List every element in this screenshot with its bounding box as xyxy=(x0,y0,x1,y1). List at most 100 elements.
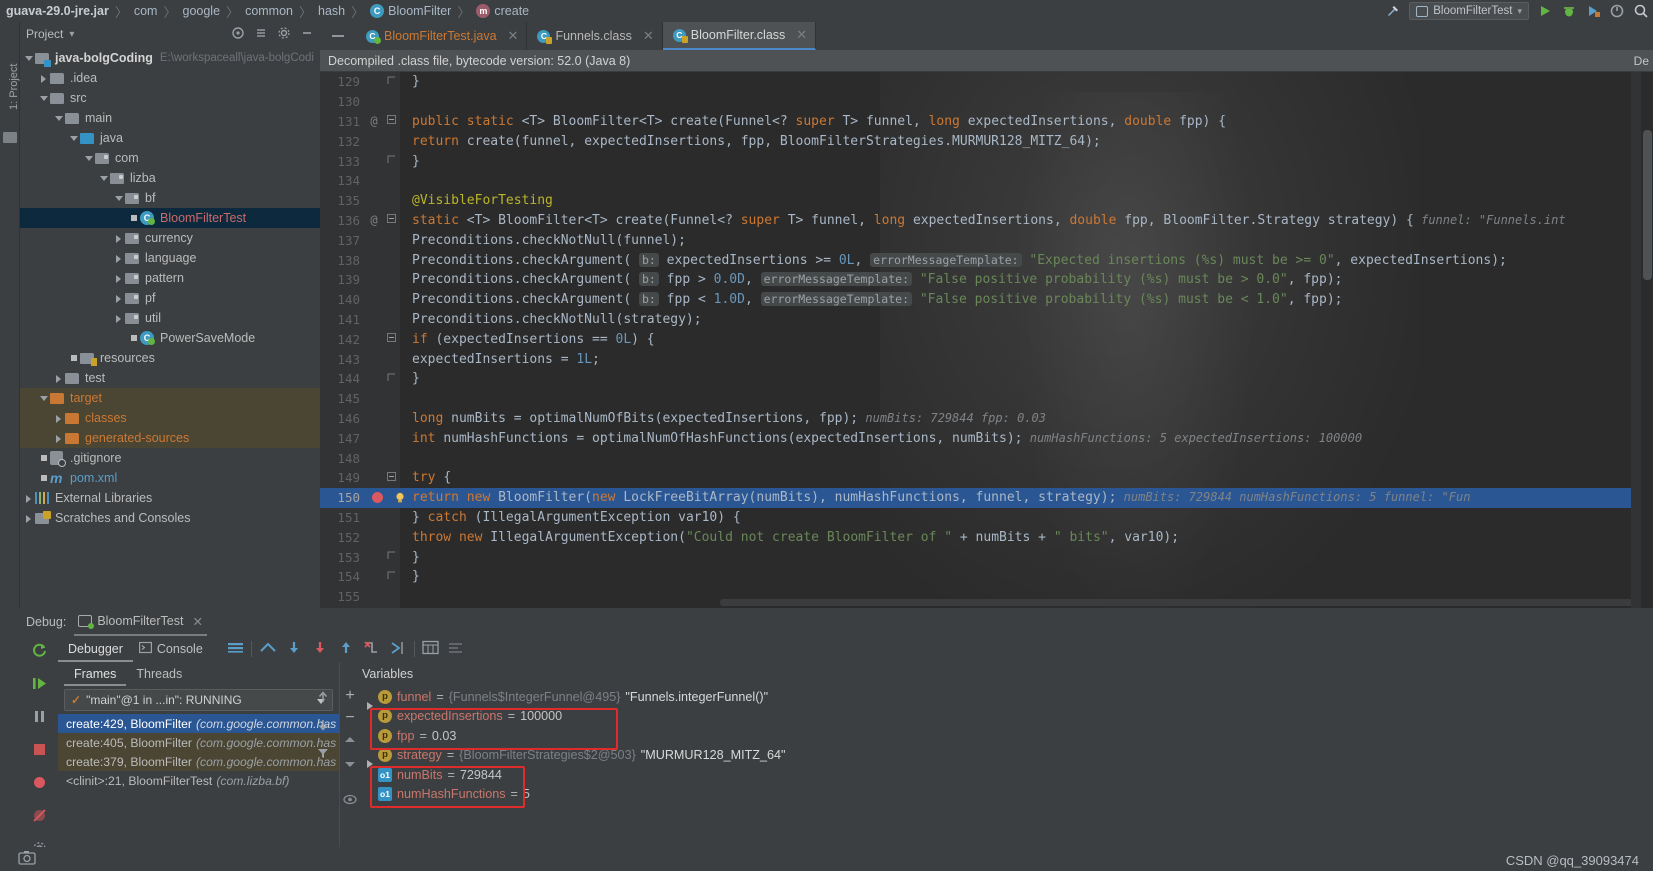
variable-row[interactable]: p strategy = {BloomFilterStrategies$2@503} "… xyxy=(340,746,1653,769)
close-icon[interactable]: ✕ xyxy=(796,27,807,43)
code-line-132[interactable]: 132 return create(funnel, expectedInsert… xyxy=(320,131,1653,151)
fold-end-icon[interactable] xyxy=(382,155,400,167)
step-into-icon[interactable] xyxy=(311,640,329,659)
tree-item-bloomfiltertest[interactable]: C BloomFilterTest xyxy=(20,208,320,228)
tree-item--idea[interactable]: .idea xyxy=(20,68,320,88)
tree-item-pattern[interactable]: pattern xyxy=(20,268,320,288)
variable-row[interactable]: o1 numBits = 729844 xyxy=(340,765,1653,785)
chevron-down-icon[interactable] xyxy=(24,48,35,68)
frame-row[interactable]: create:429, BloomFilter (com.google.commo… xyxy=(58,714,339,733)
tree-item-java-bolgcoding[interactable]: java-bolgCoding E:\workspaceall\java-bolg… xyxy=(20,48,320,68)
collapse-all-icon[interactable] xyxy=(254,26,268,43)
code-line-143[interactable]: 143 expectedInsertions = 1L; xyxy=(320,349,1653,369)
editor-tab-bloomfilter-class[interactable]: C BloomFilter.class ✕ xyxy=(662,22,817,50)
tree-item-lizba[interactable]: lizba xyxy=(20,168,320,188)
frame-row[interactable]: create:405, BloomFilter (com.google.commo… xyxy=(58,733,339,752)
variable-row[interactable]: o1 numHashFunctions = 5 xyxy=(340,785,1653,805)
run-configuration-selector[interactable]: BloomFilterTest ▾ xyxy=(1409,2,1529,20)
breakpoint-icon[interactable] xyxy=(372,491,383,503)
chevron-right-icon[interactable] xyxy=(54,368,65,388)
fold-end-icon[interactable] xyxy=(382,76,400,88)
variable-row[interactable]: p funnel = {Funnels$IntegerFunnel@495} "Funn… xyxy=(340,687,1653,710)
chevron-down-icon[interactable] xyxy=(114,188,125,208)
chevron-right-icon[interactable] xyxy=(54,428,65,448)
decompiled-notice-dismiss[interactable]: De xyxy=(1634,54,1649,68)
fold-start-icon[interactable] xyxy=(382,333,400,345)
hide-editor-icon[interactable] xyxy=(320,22,356,50)
breadcrumb-item[interactable]: google xyxy=(183,4,221,18)
close-icon[interactable]: ✕ xyxy=(643,28,654,44)
code-line-133[interactable]: 133 } xyxy=(320,151,1653,171)
tree-item-scratches-and-consoles[interactable]: Scratches and Consoles xyxy=(20,508,320,528)
layout-settings-icon[interactable] xyxy=(227,640,244,658)
tree-item-currency[interactable]: currency xyxy=(20,228,320,248)
coverage-icon[interactable] xyxy=(1585,3,1601,19)
breadcrumb-item[interactable]: com xyxy=(134,4,158,18)
tree-item-target[interactable]: target xyxy=(20,388,320,408)
tree-item-test[interactable]: test xyxy=(20,368,320,388)
fold-end-icon[interactable] xyxy=(382,551,400,563)
close-icon[interactable]: ✕ xyxy=(508,28,519,44)
tree-item-generated-sources[interactable]: generated-sources xyxy=(20,428,320,448)
hammer-icon[interactable] xyxy=(1385,3,1401,19)
project-tree[interactable]: java-bolgCoding E:\workspaceall\java-bolg… xyxy=(20,48,320,608)
debug-session-tab[interactable]: BloomFilterTest ✕ xyxy=(74,608,207,636)
view-breakpoints-icon[interactable] xyxy=(31,774,48,794)
tool-window-project[interactable]: 1: Project xyxy=(8,50,20,110)
chevron-down-icon[interactable] xyxy=(99,168,110,188)
screenshot-icon[interactable] xyxy=(18,850,36,868)
breadcrumb-item[interactable]: hash xyxy=(318,4,345,18)
code-lines[interactable]: 129 } 130 131 @ public static <T> BloomFilt… xyxy=(320,72,1653,608)
chevron-right-icon[interactable] xyxy=(114,308,125,328)
run-icon[interactable] xyxy=(1537,3,1553,19)
editor-tab-bar[interactable]: C BloomFilterTest.java ✕ C Funnels.class ✕ C Bl… xyxy=(320,22,1653,50)
rerun-icon[interactable] xyxy=(31,642,48,662)
mute-breakpoints-icon[interactable] xyxy=(31,807,48,827)
editor-vertical-scrollbar[interactable] xyxy=(1641,72,1653,608)
move-down-icon[interactable] xyxy=(344,758,356,772)
target-icon[interactable] xyxy=(231,26,245,43)
code-line-131[interactable]: 131 @ public static <T> BloomFilter<T> cr… xyxy=(320,112,1653,132)
tree-item-com[interactable]: com xyxy=(20,148,320,168)
tree-item-external-libraries[interactable]: External Libraries xyxy=(20,488,320,508)
tree-item-bf[interactable]: bf xyxy=(20,188,320,208)
stop-icon[interactable] xyxy=(31,741,48,761)
variable-row[interactable]: p expectedInsertions = 100000 xyxy=(340,707,1653,727)
code-viewport[interactable]: 129 } 130 131 @ public static <T> BloomFilt… xyxy=(320,72,1653,608)
code-line-140[interactable]: 140 Preconditions.checkArgument( b: fpp … xyxy=(320,290,1653,310)
code-line-149[interactable]: 149 try { xyxy=(320,468,1653,488)
tab-threads[interactable]: Threads xyxy=(126,662,192,686)
code-line-148[interactable]: 148 xyxy=(320,448,1653,468)
breadcrumb-item[interactable]: C BloomFilter xyxy=(370,4,451,18)
intention-bulb-icon[interactable] xyxy=(394,492,406,504)
chevron-right-icon[interactable] xyxy=(24,488,35,508)
resume-program-icon[interactable] xyxy=(31,675,48,695)
tree-item-src[interactable]: src xyxy=(20,88,320,108)
tab-debugger[interactable]: Debugger xyxy=(58,636,133,662)
profiler-icon[interactable] xyxy=(1609,3,1625,19)
move-down-icon[interactable] xyxy=(316,718,330,735)
tree-item-pf[interactable]: pf xyxy=(20,288,320,308)
pause-program-icon[interactable] xyxy=(31,708,48,728)
chevron-down-icon[interactable] xyxy=(39,88,50,108)
fold-end-icon[interactable] xyxy=(382,373,400,385)
fold-start-icon[interactable] xyxy=(382,214,400,226)
run-to-cursor-icon[interactable] xyxy=(389,640,407,659)
tree-item-classes[interactable]: classes xyxy=(20,408,320,428)
chevron-right-icon[interactable] xyxy=(54,408,65,428)
code-line-141[interactable]: 141 Preconditions.checkNotNull(strategy)… xyxy=(320,310,1653,330)
remove-watch-icon[interactable]: − xyxy=(345,710,354,726)
move-up-icon[interactable] xyxy=(316,690,330,707)
chevron-right-icon[interactable] xyxy=(114,288,125,308)
tree-item-main[interactable]: main xyxy=(20,108,320,128)
code-line-146[interactable]: 146 long numBits = optimalNumOfBits(expe… xyxy=(320,409,1653,429)
editor-horizontal-scrollbar[interactable] xyxy=(720,599,1653,606)
code-line-130[interactable]: 130 xyxy=(320,92,1653,112)
step-over-icon[interactable] xyxy=(285,640,303,659)
variable-row[interactable]: p fpp = 0.03 xyxy=(340,726,1653,746)
fold-start-icon[interactable] xyxy=(382,471,400,484)
chevron-right-icon[interactable] xyxy=(114,248,125,268)
editor-marker-strip[interactable] xyxy=(1631,72,1641,608)
debug-icon[interactable] xyxy=(1561,3,1577,19)
project-panel-title[interactable]: Project xyxy=(26,27,63,41)
